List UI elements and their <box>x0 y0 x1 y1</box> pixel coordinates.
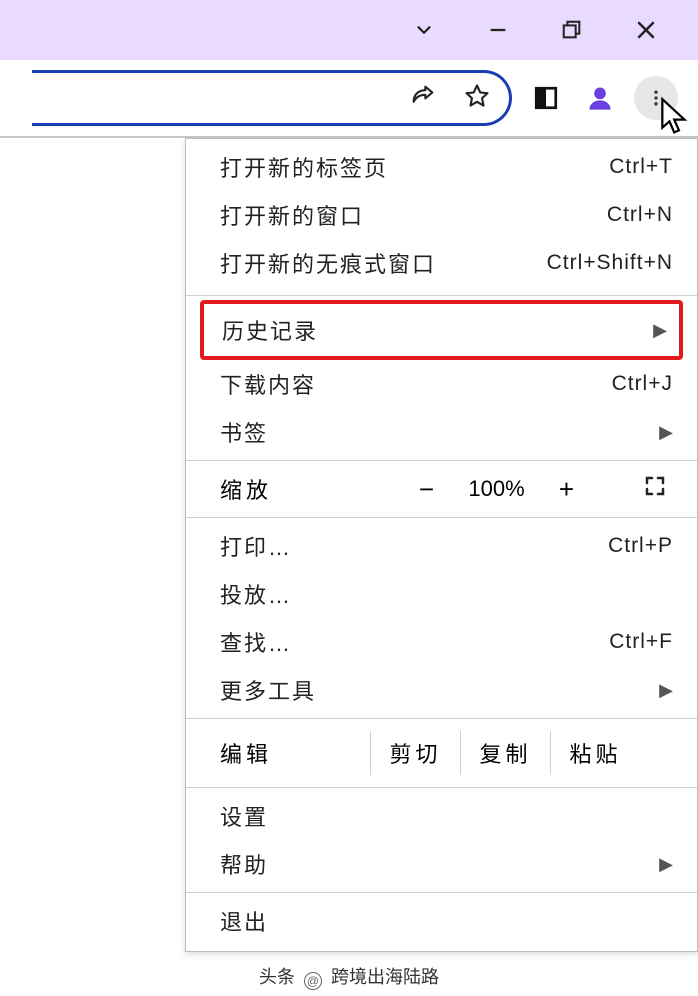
menu-separator <box>186 295 697 296</box>
menu-item-shortcut: Ctrl+Shift+N <box>547 251 673 275</box>
menu-item-label: 打印… <box>220 530 292 562</box>
menu-edit-row: 编辑 剪切 复制 粘贴 <box>186 723 697 783</box>
bookmark-star-icon[interactable] <box>463 82 491 115</box>
menu-item-label: 设置 <box>220 800 268 832</box>
zoom-out-button[interactable]: − <box>402 474 452 505</box>
maximize-button[interactable] <box>560 18 584 42</box>
browser-toolbar <box>0 60 698 138</box>
menu-cast[interactable]: 投放… <box>186 570 697 618</box>
menu-print[interactable]: 打印… Ctrl+P <box>186 522 697 570</box>
menu-separator <box>186 517 697 518</box>
edit-cut-button[interactable]: 剪切 <box>370 731 460 775</box>
address-bar[interactable] <box>32 70 512 126</box>
menu-downloads[interactable]: 下载内容 Ctrl+J <box>186 360 697 408</box>
menu-separator <box>186 787 697 788</box>
close-button[interactable] <box>634 18 658 42</box>
chevron-right-icon: ▶ <box>649 680 673 701</box>
menu-item-shortcut: Ctrl+T <box>609 155 673 179</box>
menu-separator <box>186 460 697 461</box>
edit-paste-button[interactable]: 粘贴 <box>550 731 640 775</box>
menu-bookmarks[interactable]: 书签 ▶ <box>186 408 697 456</box>
menu-item-label: 打开新的标签页 <box>220 151 388 183</box>
menu-item-label: 书签 <box>220 416 268 448</box>
fullscreen-icon[interactable] <box>643 474 673 504</box>
menu-new-incognito[interactable]: 打开新的无痕式窗口 Ctrl+Shift+N <box>186 239 697 287</box>
share-icon[interactable] <box>409 82 437 115</box>
chevron-right-icon: ▶ <box>649 422 673 443</box>
menu-item-label: 帮助 <box>220 848 268 880</box>
menu-item-label: 退出 <box>220 905 268 937</box>
menu-settings[interactable]: 设置 <box>186 792 697 840</box>
footer-author: 跨境出海陆路 <box>331 967 439 987</box>
zoom-value: 100% <box>452 476 542 502</box>
chevron-right-icon: ▶ <box>649 854 673 875</box>
menu-item-label: 历史记录 <box>222 314 318 346</box>
menu-more-tools[interactable]: 更多工具 ▶ <box>186 666 697 714</box>
menu-help[interactable]: 帮助 ▶ <box>186 840 697 888</box>
reader-mode-icon[interactable] <box>526 78 566 118</box>
chevron-right-icon: ▶ <box>643 320 667 341</box>
menu-separator <box>186 718 697 719</box>
edit-copy-button[interactable]: 复制 <box>460 731 550 775</box>
menu-item-label: 查找… <box>220 626 292 658</box>
menu-separator <box>186 892 697 893</box>
menu-new-tab[interactable]: 打开新的标签页 Ctrl+T <box>186 143 697 191</box>
menu-item-shortcut: Ctrl+P <box>608 534 673 558</box>
menu-item-label: 投放… <box>220 578 292 610</box>
menu-item-shortcut: Ctrl+N <box>607 203 673 227</box>
mouse-cursor-icon <box>656 96 694 134</box>
menu-exit[interactable]: 退出 <box>186 897 697 945</box>
main-menu-dropdown: 打开新的标签页 Ctrl+T 打开新的窗口 Ctrl+N 打开新的无痕式窗口 C… <box>185 138 698 952</box>
menu-find[interactable]: 查找… Ctrl+F <box>186 618 697 666</box>
at-icon: @ <box>304 972 322 990</box>
window-titlebar <box>0 0 698 60</box>
zoom-label: 缩放 <box>220 473 350 505</box>
footer-prefix: 头条 <box>259 967 295 987</box>
menu-item-label: 更多工具 <box>220 674 316 706</box>
menu-item-label: 打开新的窗口 <box>220 199 364 231</box>
menu-item-shortcut: Ctrl+J <box>612 372 673 396</box>
minimize-button[interactable] <box>486 18 510 42</box>
source-footer: 头条 @ 跨境出海陆路 <box>0 963 698 990</box>
menu-zoom-row: 缩放 − 100% + <box>186 465 697 513</box>
menu-item-shortcut: Ctrl+F <box>609 630 673 654</box>
menu-item-label: 下载内容 <box>220 368 316 400</box>
menu-item-label: 打开新的无痕式窗口 <box>220 247 436 279</box>
edit-label: 编辑 <box>220 737 370 769</box>
tab-dropdown-button[interactable] <box>412 18 436 42</box>
menu-history[interactable]: 历史记录 ▶ <box>200 300 683 360</box>
profile-avatar-icon[interactable] <box>580 78 620 118</box>
menu-new-window[interactable]: 打开新的窗口 Ctrl+N <box>186 191 697 239</box>
zoom-in-button[interactable]: + <box>542 474 592 505</box>
